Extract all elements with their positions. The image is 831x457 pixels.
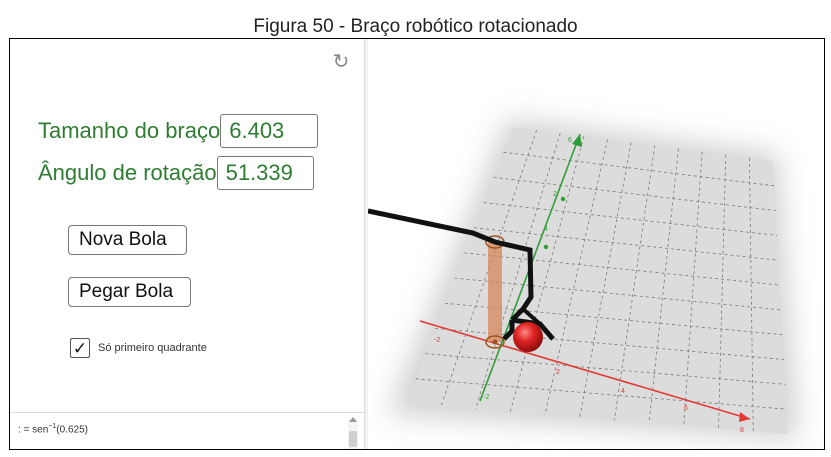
x-tick-label: -2 — [434, 337, 440, 344]
arm-length-label: Tamanho do braço — [38, 118, 221, 143]
y-axis-point — [543, 244, 549, 250]
x-tick-label: 8 — [740, 427, 744, 434]
pillar-base-joint — [492, 339, 498, 345]
first-quadrant-label: Só primeiro quadrante — [98, 342, 207, 354]
y-tick-label: -2 — [483, 394, 489, 401]
graphics-3d-canvas[interactable]: -2 2 4 6 8 -2 2 4 6 — [368, 39, 825, 450]
figure-caption: Figura 50 - Braço robótico rotacionado — [253, 16, 578, 37]
y-tick-label: 2 — [553, 191, 557, 198]
grab-ball-button[interactable]: Pegar Bola — [68, 277, 191, 307]
input-argument: (0.625) — [56, 424, 88, 436]
arm-length-row: Tamanho do braço 6.403 — [38, 111, 319, 151]
first-quadrant-checkbox[interactable]: ✓ — [70, 338, 90, 358]
robot-pillar — [488, 242, 502, 342]
red-ball — [513, 322, 543, 352]
algebra-panel: ↻ Tamanho do braço 6.403 Ângulo de rotaç… — [10, 39, 364, 449]
new-ball-button[interactable]: Nova Bola — [68, 225, 187, 255]
x-tick-label: 2 — [556, 369, 560, 376]
input-prefix: : = sen — [18, 424, 49, 436]
xy-plane — [406, 127, 788, 434]
check-icon: ✓ — [72, 338, 88, 358]
rotation-angle-label: Ângulo de rotação — [38, 160, 217, 185]
x-tick-label: 4 — [621, 388, 625, 395]
y-axis-point — [560, 196, 566, 202]
graphics-3d-view[interactable]: -2 2 4 6 8 -2 2 4 6 — [368, 39, 825, 450]
y-tick-label: 6 — [568, 137, 572, 144]
refresh-icon[interactable]: ↻ — [330, 51, 352, 73]
input-bar[interactable]: : = sen−1(0.625) — [10, 412, 364, 449]
input-expression[interactable]: : = sen−1(0.625) — [18, 423, 88, 435]
rotation-angle-input[interactable]: 51.339 — [216, 156, 314, 190]
y-tick-label: 4 — [544, 226, 548, 233]
scroll-up-icon[interactable] — [349, 417, 357, 422]
rotation-angle-row: Ângulo de rotação 51.339 — [38, 153, 314, 193]
x-tick-label: 6 — [684, 405, 688, 412]
input-scrollbar-thumb[interactable] — [349, 431, 357, 447]
arm-length-input[interactable]: 6.403 — [220, 114, 319, 148]
geogebra-app: ↻ Tamanho do braço 6.403 Ângulo de rotaç… — [9, 38, 825, 450]
first-quadrant-checkbox-row[interactable]: ✓ Só primeiro quadrante — [70, 338, 207, 358]
